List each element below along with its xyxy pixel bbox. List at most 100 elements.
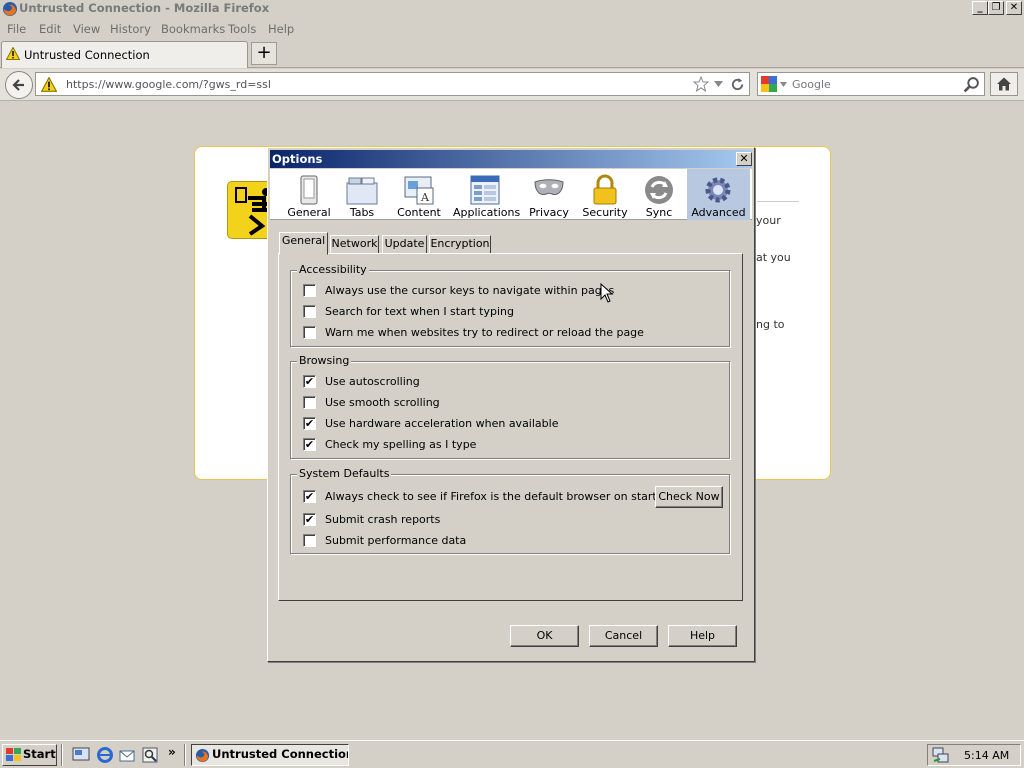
menu-view[interactable]: View	[73, 22, 100, 36]
checkbox[interactable]	[303, 534, 316, 547]
site-warning-icon	[41, 77, 57, 92]
menu-tools[interactable]: Tools	[228, 22, 256, 36]
task-label: Untrusted Connection ...	[212, 747, 349, 761]
group-label: Accessibility	[297, 263, 369, 276]
firefox-logo-icon	[3, 2, 17, 16]
menu-bar: File Edit View History Bookmarks Tools H…	[0, 19, 1024, 39]
quicklaunch-overflow-button[interactable]: »	[168, 745, 176, 759]
minimize-button[interactable]: _	[972, 1, 988, 15]
group-label: Browsing	[297, 354, 352, 367]
restore-button[interactable]: ❐	[988, 1, 1004, 15]
browsing-group: Browsing ✔ Use autoscrolling Use smooth …	[290, 354, 731, 460]
svg-text:A: A	[420, 191, 430, 204]
pane-security[interactable]: Security	[579, 169, 631, 220]
ok-button[interactable]: OK	[510, 625, 579, 647]
firefox-task-icon	[195, 748, 210, 763]
menu-history[interactable]: History	[110, 22, 151, 36]
menu-bookmarks[interactable]: Bookmarks	[161, 22, 225, 36]
taskbar: Start » Untrusted Connection ... 5:14 AM	[0, 740, 1024, 768]
option-label: Check my spelling as I type	[325, 438, 477, 451]
checkbox[interactable]	[303, 305, 316, 318]
pane-label: Advanced	[691, 206, 746, 219]
option-label: Search for text when I start typing	[325, 305, 514, 318]
pane-general[interactable]: General	[283, 169, 335, 220]
subtab-general[interactable]: General	[279, 232, 328, 255]
menu-help[interactable]: Help	[268, 22, 294, 36]
outlook-express-icon[interactable]	[118, 746, 136, 764]
option-label: Use hardware acceleration when available	[325, 417, 559, 430]
url-bar[interactable]: https://www.google.com/?gws_rd=ssl	[35, 72, 750, 96]
search-icon[interactable]	[963, 76, 980, 93]
pane-label: Tabs	[349, 206, 375, 219]
windows-logo-icon	[6, 748, 21, 761]
new-tab-button[interactable]: +	[251, 42, 277, 65]
option-label: Use smooth scrolling	[325, 396, 440, 409]
show-desktop-icon[interactable]	[72, 746, 90, 764]
checkbox[interactable]	[303, 396, 316, 409]
help-button[interactable]: Help	[668, 625, 737, 647]
google-engine-icon[interactable]	[761, 76, 777, 92]
advanced-general-panel: Accessibility Always use the cursor keys…	[278, 253, 743, 601]
engine-dropdown-icon[interactable]	[780, 82, 787, 87]
url-dropdown-icon[interactable]	[714, 81, 723, 87]
home-button[interactable]	[990, 72, 1018, 96]
pane-label: Content	[397, 206, 441, 219]
option-label: Submit crash reports	[325, 513, 441, 526]
checkbox[interactable]: ✔	[303, 375, 316, 388]
search-bar[interactable]: Google	[757, 72, 985, 96]
taskbar-separator	[61, 744, 63, 766]
checkbox[interactable]	[303, 326, 316, 339]
window-title: Untrusted Connection - Mozilla Firefox	[19, 1, 270, 15]
tab-untrusted-connection[interactable]: Untrusted Connection	[1, 41, 248, 68]
navigation-bar: https://www.google.com/?gws_rd=ssl Googl…	[0, 69, 1024, 101]
bookmark-star-icon[interactable]	[693, 76, 709, 92]
privacy-mask-icon	[534, 179, 564, 195]
option-label: Submit performance data	[325, 534, 467, 547]
checkbox[interactable]: ✔	[303, 438, 316, 451]
cancel-button[interactable]: Cancel	[589, 625, 658, 647]
close-window-button[interactable]: ✕	[1006, 1, 1022, 15]
start-label: Start	[23, 747, 56, 761]
window-titlebar: Untrusted Connection - Mozilla Firefox _…	[0, 0, 1024, 18]
dialog-close-button[interactable]: ✕	[736, 152, 752, 166]
menu-edit[interactable]: Edit	[39, 22, 61, 36]
checkbox[interactable]	[303, 284, 316, 297]
pane-applications[interactable]: Applications	[453, 169, 520, 220]
tab-strip: Untrusted Connection +	[0, 40, 1024, 68]
taskbar-firefox-window[interactable]: Untrusted Connection ...	[191, 744, 349, 766]
check-now-button[interactable]: Check Now	[655, 486, 723, 508]
subtab-update[interactable]: Update	[382, 235, 427, 254]
subtab-encryption[interactable]: Encryption	[429, 235, 491, 254]
subtab-network[interactable]: Network	[330, 235, 379, 254]
reload-icon[interactable]	[730, 77, 745, 92]
checkbox[interactable]: ✔	[303, 417, 316, 430]
internet-explorer-icon[interactable]	[96, 746, 114, 764]
system-tray: 5:14 AM	[927, 744, 1021, 766]
network-tray-icon[interactable]	[932, 747, 950, 764]
group-label: System Defaults	[297, 467, 392, 480]
background-text-fragment: ng to	[756, 318, 785, 331]
windows-media-icon[interactable]	[141, 746, 159, 764]
pane-label: Privacy	[529, 206, 569, 219]
dialog-title: Options	[272, 152, 323, 166]
general-pane-icon	[300, 175, 318, 205]
background-text-fragment: at you	[756, 251, 791, 264]
pane-toolbar: General Tabs A Content Applications Priv…	[270, 169, 752, 220]
taskbar-separator	[184, 744, 186, 766]
pane-sync[interactable]: Sync	[639, 169, 679, 220]
system-defaults-group: System Defaults ✔ Always check to see if…	[290, 467, 731, 555]
url-text: https://www.google.com/?gws_rd=ssl	[66, 78, 271, 91]
pane-content[interactable]: A Content	[392, 169, 446, 220]
checkbox[interactable]: ✔	[303, 490, 316, 503]
pane-tabs[interactable]: Tabs	[340, 169, 384, 220]
start-button[interactable]: Start	[2, 744, 57, 766]
pane-label: Sync	[645, 206, 673, 219]
search-placeholder: Google	[792, 78, 831, 91]
pane-advanced[interactable]: Advanced	[687, 169, 750, 220]
checkbox[interactable]: ✔	[303, 513, 316, 526]
menu-file[interactable]: File	[7, 22, 26, 36]
pane-privacy[interactable]: Privacy	[527, 169, 571, 220]
background-divider	[757, 201, 799, 202]
back-button[interactable]	[5, 71, 33, 99]
tab-title: Untrusted Connection	[24, 48, 150, 62]
